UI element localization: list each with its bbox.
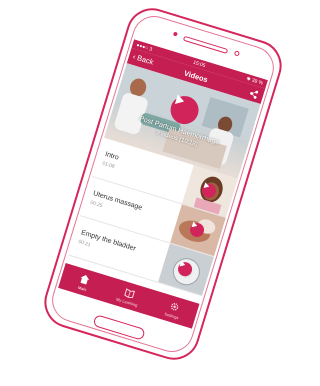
- gear-icon: [170, 302, 179, 310]
- video-duration: 00:25: [89, 199, 104, 210]
- video-title: Intro: [104, 150, 120, 162]
- house-icon: [80, 274, 90, 285]
- video-duration: 01:08: [101, 160, 116, 170]
- back-button[interactable]: ‹ Back: [132, 52, 155, 67]
- phone-device: ●●●○ 3 15:05 ✱ 39 % ‹ Back Videos Post P…: [37, 1, 286, 367]
- share-icon[interactable]: [248, 88, 259, 99]
- tab-label: My Learning: [115, 296, 139, 308]
- stage: ●●●○ 3 15:05 ✱ 39 % ‹ Back Videos Post P…: [0, 0, 286, 386]
- book-icon: [124, 287, 136, 298]
- back-label: Back: [136, 53, 155, 67]
- tab-label: Main: [77, 284, 88, 292]
- play-icon: [191, 221, 198, 228]
- play-icon: [174, 94, 185, 104]
- video-duration: 00:21: [77, 238, 92, 249]
- play-icon: [203, 182, 210, 189]
- carrier-label: 3: [148, 45, 154, 53]
- play-icon: [179, 260, 186, 267]
